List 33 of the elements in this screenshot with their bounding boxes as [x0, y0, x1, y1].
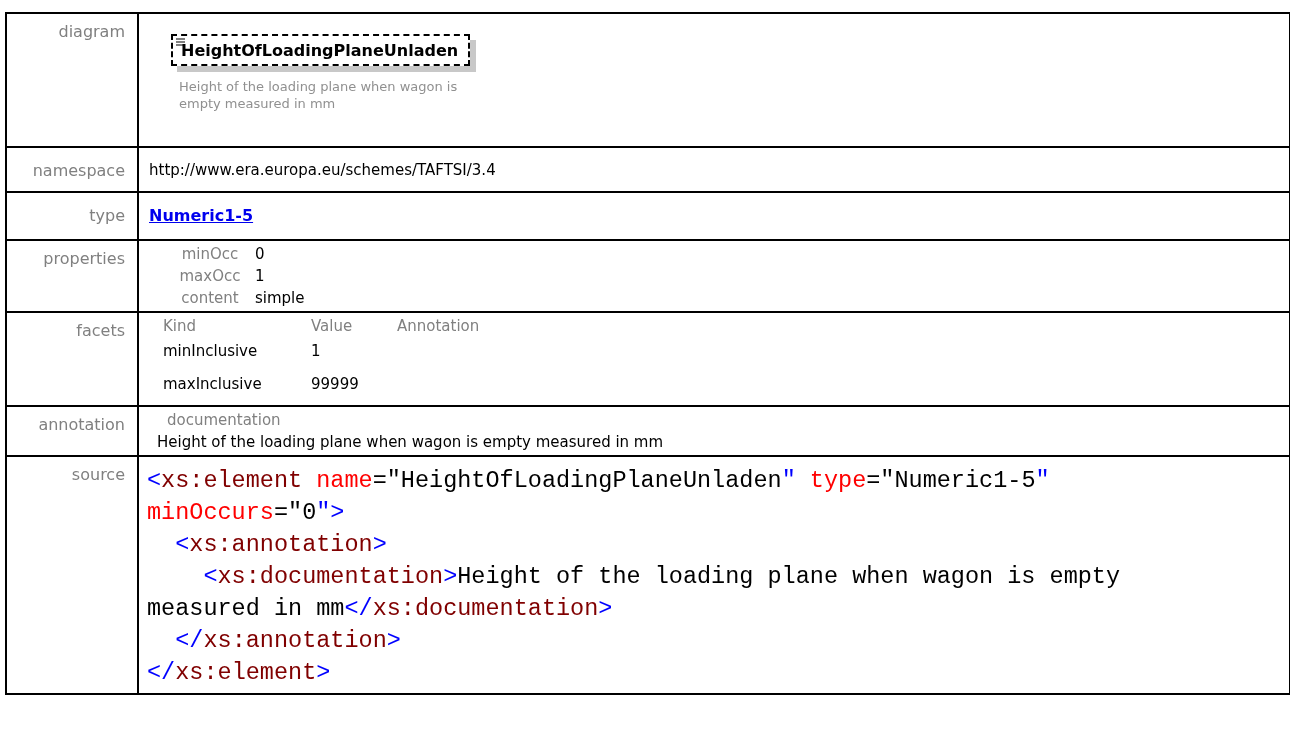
facet-kind: maxInclusive — [163, 374, 262, 395]
code-line: <xs:documentation>Height of the loading plane when wagon is empty — [202, 562, 1122, 592]
namespace-value: http://www.era.europa.eu/schemes/TAFTSI/3.4 — [149, 161, 496, 179]
annotation-text: Height of the loading plane when wagon is empty measured in mm — [157, 432, 665, 453]
property-value: 0 — [255, 244, 265, 265]
row-label: namespace — [32, 161, 125, 180]
code-line: <xs:element name="HeightOfLoadingPlaneUnladen" type="Numeric1-5" — [147, 466, 1051, 496]
property-name: content — [181, 288, 239, 309]
facet-value: 99999 — [311, 374, 359, 395]
row-label: diagram — [58, 22, 125, 41]
type-link[interactable]: Numeric1-5 — [149, 206, 254, 225]
property-value: simple — [255, 288, 305, 309]
property-name: minOcc — [181, 244, 239, 265]
column-header: Kind — [163, 316, 197, 337]
list-icon — [176, 38, 185, 46]
facet-kind: minInclusive — [163, 341, 258, 362]
code-line: minOccurs="0"> — [147, 498, 346, 528]
annotation-heading: documentation — [166, 410, 282, 431]
column-header: Annotation — [397, 316, 480, 337]
code-line: </xs:annotation> — [174, 626, 402, 656]
code-line: </xs:element> — [147, 658, 332, 688]
row-label: source — [71, 465, 125, 484]
element-description: Height of the loading plane when wagon is empty measured in mm — [178, 78, 459, 112]
facet-value: 1 — [311, 341, 321, 362]
code-line: measured in mm</xs:documentation> — [147, 594, 614, 624]
column-header: Value — [311, 316, 353, 337]
row-label: annotation — [38, 415, 125, 434]
property-value: 1 — [255, 266, 265, 287]
row-label: type — [89, 206, 125, 225]
row-label: properties — [43, 249, 125, 268]
property-name: maxOcc — [179, 266, 241, 287]
row-label: facets — [76, 321, 125, 340]
code-line: <xs:annotation> — [174, 530, 388, 560]
